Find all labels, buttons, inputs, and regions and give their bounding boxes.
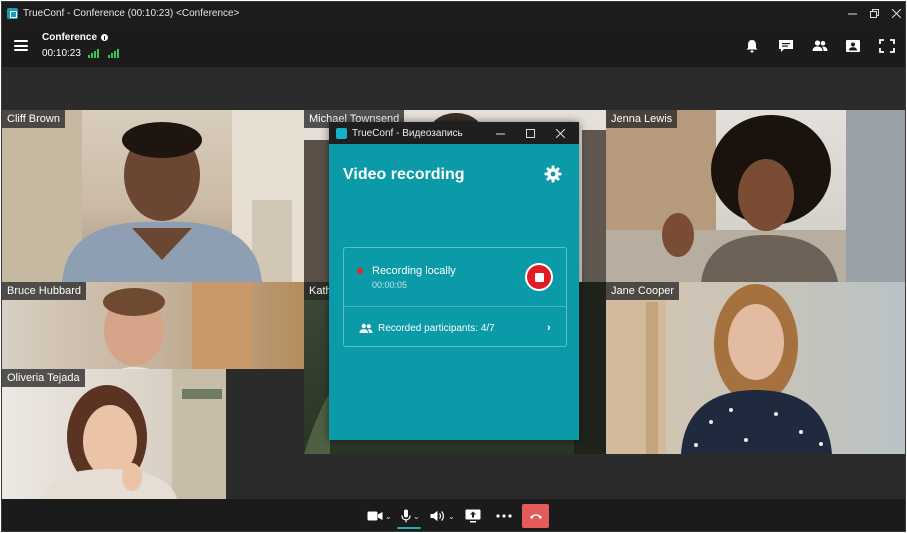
participant-video bbox=[606, 110, 905, 282]
chat-icon[interactable] bbox=[778, 39, 794, 53]
trueconf-app-icon bbox=[336, 127, 347, 139]
participant-video bbox=[606, 282, 832, 454]
menu-icon[interactable] bbox=[14, 40, 28, 51]
video-tile[interactable]: Bruce Hubbard bbox=[2, 282, 304, 369]
microphone-icon bbox=[401, 509, 411, 523]
chevron-down-icon[interactable]: ⌄ bbox=[448, 512, 455, 521]
minimize-icon bbox=[495, 133, 505, 134]
content-icon[interactable] bbox=[845, 39, 861, 53]
participants-icon bbox=[359, 323, 373, 333]
close-button[interactable] bbox=[882, 2, 905, 25]
video-tile[interactable]: Cliff Brown bbox=[2, 110, 304, 282]
window-title: TrueConf - Conference (00:10:23) <Confer… bbox=[23, 8, 240, 19]
stop-icon bbox=[534, 272, 544, 282]
minimize-icon bbox=[847, 13, 857, 15]
speaker-button[interactable]: ⌄ bbox=[430, 507, 455, 525]
conference-toolbar: ⌄ ⌄ ⌄ bbox=[2, 499, 905, 531]
dialog-maximize-button[interactable] bbox=[516, 122, 544, 144]
participant-name: Jane Cooper bbox=[606, 282, 679, 300]
dialog-titlebar: TrueConf - Видеозапись bbox=[329, 122, 579, 144]
participant-name: Jenna Lewis bbox=[606, 110, 678, 128]
signal-icon bbox=[87, 49, 99, 58]
chevron-down-icon[interactable]: ⌄ bbox=[413, 512, 420, 521]
dialog-window-title: TrueConf - Видеозапись bbox=[352, 127, 463, 139]
recording-status-card: Recording locally 00:00:05 Recorded part… bbox=[343, 247, 567, 347]
video-tile[interactable]: Jane Cooper bbox=[606, 282, 905, 454]
microphone-level-indicator bbox=[397, 527, 421, 529]
fullscreen-icon[interactable] bbox=[879, 39, 895, 53]
camera-button[interactable]: ⌄ bbox=[367, 507, 392, 525]
phone-hangup-icon bbox=[529, 513, 542, 519]
info-icon[interactable] bbox=[101, 34, 109, 41]
share-screen-icon bbox=[465, 509, 481, 523]
conference-title: Conference bbox=[42, 32, 109, 43]
more-button[interactable] bbox=[496, 507, 512, 525]
window-titlebar: TrueConf - Conference (00:10:23) <Confer… bbox=[2, 2, 905, 25]
notifications-icon[interactable] bbox=[744, 39, 760, 53]
recording-indicator-icon bbox=[357, 268, 363, 274]
video-tile[interactable]: Oliveria Tejada bbox=[2, 369, 226, 499]
video-grid: Cliff Brown Michael Townsend Jenna Lewis… bbox=[2, 67, 905, 499]
camera-icon bbox=[367, 511, 383, 521]
gear-icon[interactable] bbox=[544, 165, 562, 183]
hang-up-button[interactable] bbox=[522, 504, 549, 528]
elapsed-time: 00:10:23 bbox=[42, 48, 81, 59]
participants-icon[interactable] bbox=[812, 39, 828, 53]
app-window: TrueConf - Conference (00:10:23) <Confer… bbox=[1, 1, 906, 532]
close-icon bbox=[555, 128, 565, 138]
more-icon bbox=[496, 514, 512, 518]
participant-name: Cliff Brown bbox=[2, 110, 65, 128]
close-icon bbox=[891, 9, 901, 18]
dialog-close-button[interactable] bbox=[546, 122, 574, 144]
speaker-icon bbox=[430, 510, 444, 522]
chevron-right-icon[interactable]: › bbox=[547, 322, 551, 334]
conference-header: Conference 00:10:23 bbox=[2, 25, 905, 67]
share-screen-button[interactable] bbox=[465, 507, 481, 525]
chevron-down-icon[interactable]: ⌄ bbox=[385, 512, 392, 521]
microphone-button[interactable]: ⌄ bbox=[401, 507, 420, 525]
video-recording-dialog: TrueConf - Видеозапись Video recording R… bbox=[329, 122, 579, 440]
recording-duration: 00:00:05 bbox=[372, 280, 408, 290]
conference-name: Conference bbox=[42, 32, 98, 43]
restore-icon bbox=[869, 9, 879, 18]
participant-name: Oliveria Tejada bbox=[2, 369, 85, 387]
trueconf-app-icon bbox=[7, 8, 18, 19]
maximize-icon bbox=[525, 128, 535, 138]
participant-video bbox=[2, 110, 304, 282]
participant-name: Bruce Hubbard bbox=[2, 282, 86, 300]
divider bbox=[344, 306, 566, 307]
recorded-participants-link[interactable]: Recorded participants: 4/7 bbox=[378, 323, 495, 334]
dialog-heading: Video recording bbox=[343, 166, 465, 183]
participant-video bbox=[42, 369, 226, 499]
dialog-minimize-button[interactable] bbox=[486, 122, 514, 144]
conference-timer: 00:10:23 bbox=[42, 48, 119, 59]
stop-recording-button[interactable] bbox=[525, 263, 553, 291]
video-tile[interactable]: Jenna Lewis bbox=[606, 110, 905, 282]
signal-icon bbox=[107, 49, 119, 58]
recording-status-label: Recording locally bbox=[372, 265, 456, 277]
